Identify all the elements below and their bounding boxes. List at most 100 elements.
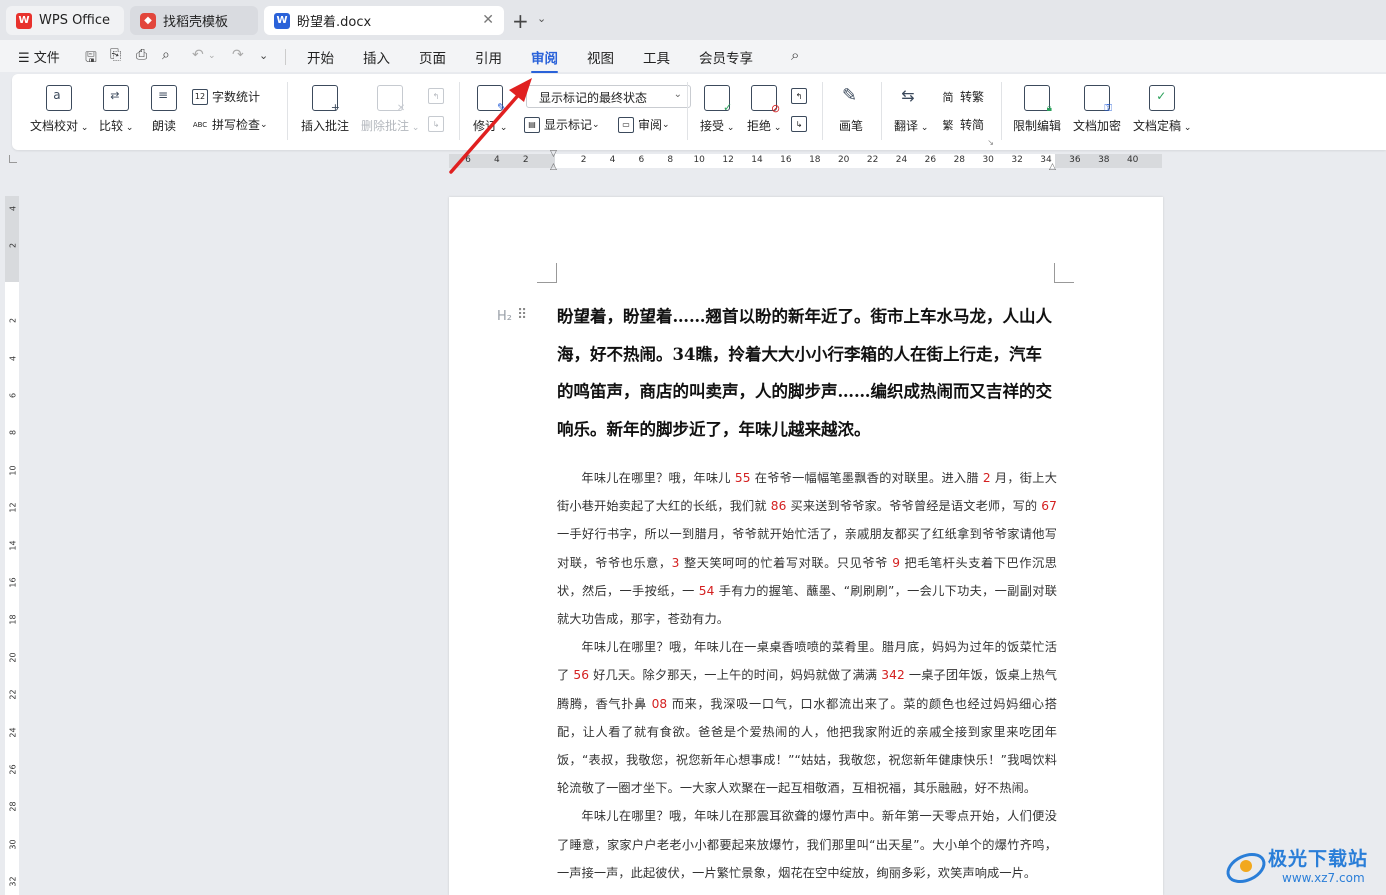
spell-check-label: 拼写检查 (212, 118, 261, 132)
ruler-tick-label: 24 (895, 155, 908, 165)
document-body[interactable]: 年味儿在哪里？哦，年味儿 55 在爷爷一幅幅笔墨飘香的对联里。进入腊 2 月，街… (557, 464, 1057, 887)
tab-document[interactable]: W 盼望着.docx ✕ (264, 6, 504, 35)
word-count-label: 字数统计 (212, 90, 261, 104)
paragraph-text: 年味儿在哪里？哦，年味儿在那震耳欲聋的爆竹声中。新年第一天零点开始，人们便没了睡… (557, 809, 1057, 880)
tab-label: WPS Office (39, 13, 111, 28)
save-icon[interactable]: 🖫 (85, 47, 97, 71)
ruler-tick-label: 22 (866, 155, 879, 165)
review-pane-button[interactable]: ▭ 审阅 ⌄ (618, 116, 670, 133)
chevron-down-icon: ⌄ (673, 89, 682, 100)
pen-button[interactable]: ✎ 画笔 (838, 85, 864, 134)
tab-review[interactable]: 审阅 (531, 47, 558, 73)
tab-home[interactable]: 开始 (307, 47, 334, 67)
translate-button[interactable]: ⇆ 翻译 ⌄ (894, 85, 928, 134)
group-settings-icon[interactable]: ↘ (987, 138, 994, 147)
previous-change-icon[interactable]: ↰ (791, 88, 811, 104)
inserted-number: 9 (892, 555, 901, 570)
next-change-icon[interactable]: ↳ (791, 116, 811, 132)
reject-button[interactable]: ⊘ 拒绝 ⌄ (747, 85, 781, 134)
word-doc-icon: W (274, 12, 290, 29)
show-markup-button[interactable]: ▤ 显示标记 ⌄ (524, 116, 600, 133)
paragraph[interactable]: 年味儿在哪里？哦，年味儿在一桌桌香喷喷的菜肴里。腊月底，妈妈为过年的饭菜忙活了 … (557, 633, 1057, 802)
tab-page[interactable]: 页面 (419, 47, 446, 67)
tab-template[interactable]: ◆ 找稻壳模板 (130, 6, 258, 35)
search-icon[interactable]: ⌕ (791, 46, 799, 64)
insert-comment-button[interactable]: + 插入批注 (301, 85, 349, 134)
tab-view[interactable]: 视图 (587, 47, 614, 67)
menu-bar: ☰ 文件 🖫 ⎘ ⎙ ⌕ ↶ ⌄ ↷ ⌄ 开始 插入 页面 引用 审阅 视图 工… (0, 40, 1386, 73)
track-changes-button[interactable]: ✎ 修订 ⌄ (473, 85, 507, 134)
ruler-tick-label: 2 (522, 155, 529, 165)
export-icon[interactable]: ⎘ (110, 47, 121, 63)
print-preview-icon[interactable]: ⌕ (162, 47, 170, 63)
ruler-tick-label: 4 (8, 355, 18, 361)
tab-references[interactable]: 引用 (475, 47, 502, 67)
finalize-button[interactable]: ✓ 文档定稿 ⌄ (1133, 85, 1191, 134)
to-simplified-button[interactable]: 繁 转简 (940, 116, 985, 133)
vertical-ruler[interactable]: 4 2 2 4 6 8 10 12 14 16 18 20 22 24 26 28 30 32 (5, 196, 19, 895)
left-indent-marker[interactable]: △ (550, 162, 557, 172)
divider (881, 82, 882, 140)
tab-membership[interactable]: 会员专享 (699, 47, 753, 67)
track-changes-icon: ✎ (477, 85, 506, 114)
ruler-tick-label: 26 (8, 764, 18, 775)
ruler-tick-label: 6 (8, 392, 18, 399)
divider (1001, 82, 1002, 140)
review-pane-icon: ▭ (618, 116, 634, 133)
delete-comment-button[interactable]: ✕ 删除批注 ⌄ (361, 85, 419, 134)
ruler-tick-label: 8 (8, 430, 18, 436)
tab-bar: W WPS Office ◆ 找稻壳模板 W 盼望着.docx ✕ + ⌄ (0, 0, 1386, 40)
undo-icon[interactable]: ↶ (192, 47, 204, 63)
document-heading[interactable]: 盼望着，盼望着……翘首以盼的新年近了。街市上车水马龙，人山人海，好不热闹。34瞧… (557, 298, 1057, 448)
ruler-tick-label: 2 (8, 318, 18, 324)
first-line-indent-marker[interactable]: ▽ (550, 149, 557, 159)
tab-label: 盼望着.docx (297, 15, 372, 30)
divider (687, 82, 688, 140)
tab-tools[interactable]: 工具 (643, 47, 670, 67)
encrypt-label: 文档加密 (1073, 119, 1122, 133)
right-indent-marker[interactable]: △ (1049, 162, 1056, 172)
word-count-button[interactable]: 12 字数统计 (192, 88, 260, 105)
paragraph[interactable]: 年味儿在哪里？哦，年味儿在那震耳欲聋的爆竹声中。新年第一天零点开始，人们便没了睡… (557, 802, 1057, 887)
heading-level-marker: H₂ (497, 309, 512, 324)
ruler-tick-label: 36 (1069, 155, 1081, 165)
ruler-tick-label: 4 (494, 155, 500, 165)
horizontal-ruler[interactable]: 6 4 2 2 4 6 8 10 12 14 16 18 20 22 24 26 28 30 32 34 36 38 40 … (449, 149, 1162, 172)
show-markup-label: 显示标记 (544, 118, 593, 132)
divider (287, 82, 288, 140)
paragraph-text: 年味儿在哪里？哦，年味儿 (581, 471, 735, 485)
undo-dropdown-icon[interactable]: ⌄ (208, 51, 216, 61)
markup-state-select[interactable]: 显示标记的最终状态 ⌄ (526, 85, 691, 108)
paragraph[interactable]: 年味儿在哪里？哦，年味儿 55 在爷爷一幅幅笔墨飘香的对联里。进入腊 2 月，街… (557, 464, 1057, 633)
to-traditional-button[interactable]: 简 转繁 (940, 88, 985, 105)
encrypt-icon: ⚿ (1084, 85, 1112, 114)
previous-comment-icon[interactable]: ↰ (428, 88, 448, 104)
spell-check-button[interactable]: ABC 拼写检查 ⌄ (192, 116, 268, 133)
word-count-icon: 12 (192, 88, 208, 105)
add-tab-button[interactable]: + (512, 9, 529, 33)
proofread-button[interactable]: a 文档校对 ⌄ (30, 85, 88, 134)
file-menu[interactable]: ☰ 文件 (18, 47, 60, 66)
tab-list-chevron-icon[interactable]: ⌄ (537, 12, 546, 25)
print-icon[interactable]: ⎙ (136, 47, 147, 63)
tab-wps-office[interactable]: W WPS Office (6, 6, 124, 35)
ruler-tick-label: 16 (8, 577, 18, 588)
tab-insert[interactable]: 插入 (363, 47, 390, 67)
compare-button[interactable]: ⇄ 比较 ⌄ (99, 85, 133, 134)
reject-icon: ⊘ (751, 85, 780, 115)
inserted-number: 55 (734, 471, 751, 485)
to-simplified-label: 转简 (960, 118, 985, 132)
more-quick-access-icon[interactable]: ⌄ (259, 49, 268, 62)
ruler-tick-label: 40 (1126, 155, 1139, 165)
inserted-number: 342 (881, 668, 905, 683)
accept-button[interactable]: ✓ 接受 ⌄ (700, 85, 734, 134)
next-comment-icon[interactable]: ↳ (428, 116, 448, 132)
redo-icon[interactable]: ↷ (232, 47, 244, 63)
close-tab-icon[interactable]: ✕ (482, 12, 494, 28)
ruler-tick-label: 24 (8, 727, 18, 738)
read-aloud-button[interactable]: ≡ 朗读 (151, 85, 177, 134)
document-page[interactable]: H₂ ⠿ 盼望着，盼望着……翘首以盼的新年近了。街市上车水马龙，人山人海，好不热… (449, 197, 1163, 895)
drag-handle-icon[interactable]: ⠿ (517, 307, 527, 323)
encrypt-button[interactable]: ⚿ 文档加密 (1073, 85, 1121, 134)
restrict-edit-button[interactable]: 🔒︎ 限制编辑 (1013, 85, 1061, 134)
